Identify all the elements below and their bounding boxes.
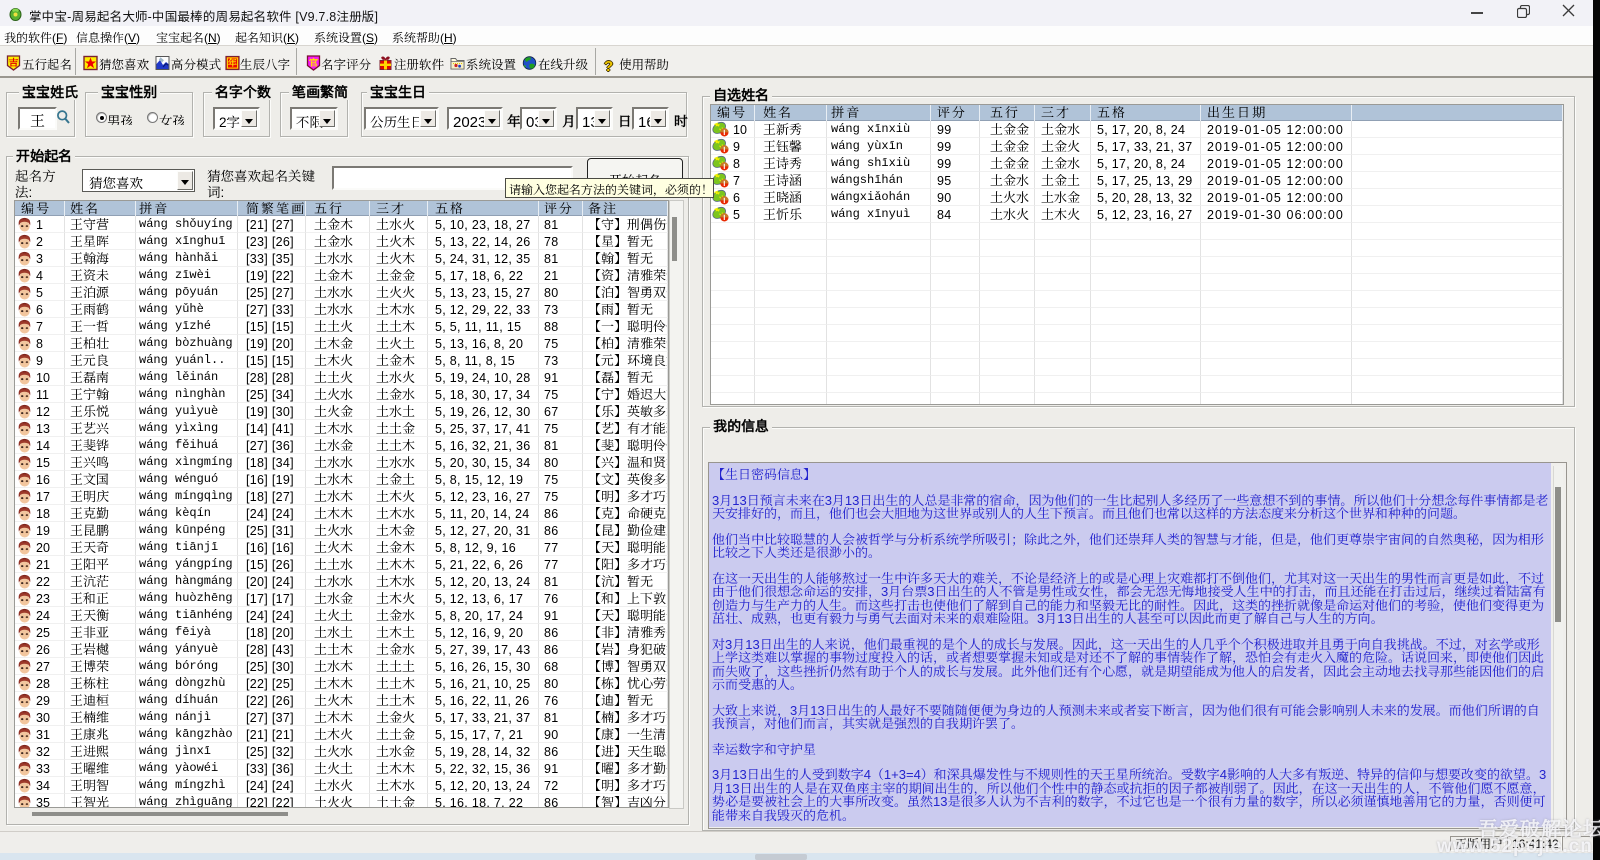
svg-text:年: 年 xyxy=(227,56,237,69)
svg-text:吉: 吉 xyxy=(9,55,19,69)
svg-text:官: 官 xyxy=(308,55,319,69)
